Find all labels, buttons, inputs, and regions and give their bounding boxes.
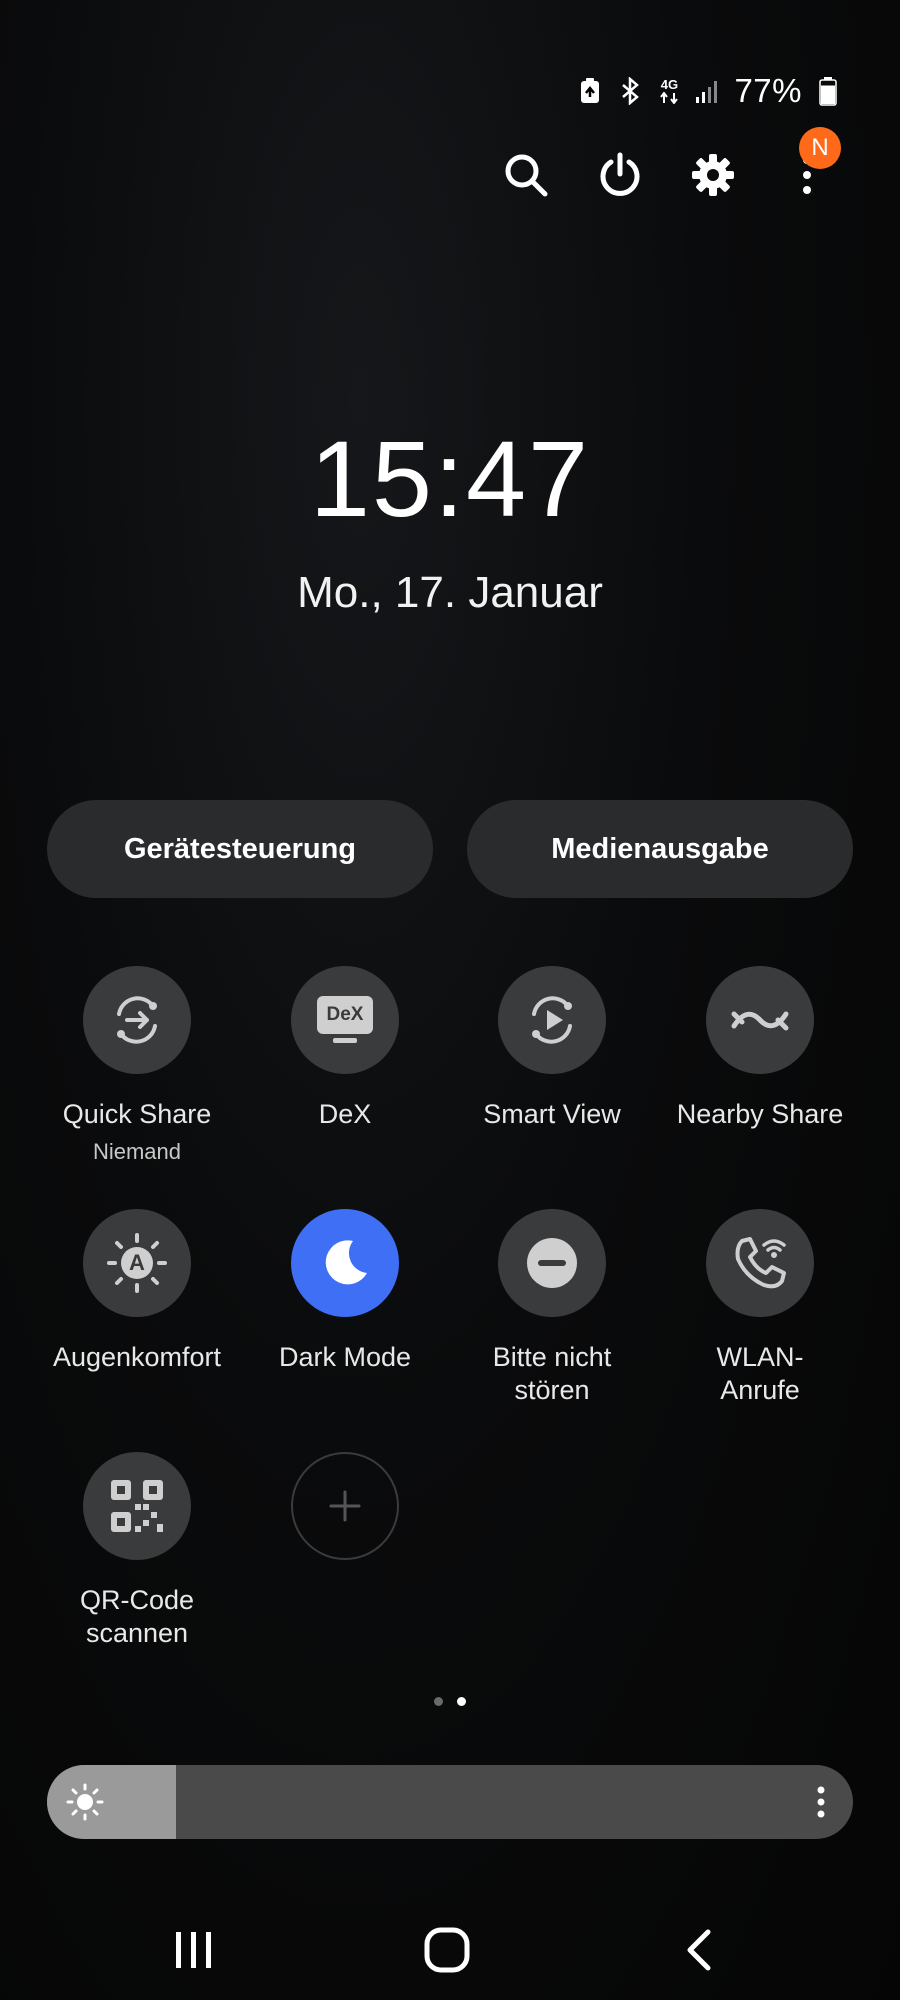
more-vertical-icon[interactable]	[811, 1782, 831, 1822]
home-button[interactable]	[407, 1910, 487, 1990]
do-not-disturb-icon	[498, 1209, 606, 1317]
navigation-bar	[0, 1910, 900, 1990]
settings-button[interactable]	[683, 145, 743, 205]
recents-icon	[176, 1932, 211, 1968]
dex-icon: DeX	[291, 966, 399, 1074]
tile-add[interactable]	[245, 1452, 445, 1560]
signal-icon	[694, 77, 722, 105]
brightness-slider[interactable]	[47, 1765, 853, 1839]
tile-nearby-share[interactable]: Nearby Share	[660, 966, 860, 1131]
back-icon	[687, 1929, 711, 1971]
nearby-share-icon	[706, 966, 814, 1074]
tile-quick-share[interactable]: Quick Share Niemand	[37, 966, 237, 1165]
tile-sublabel: Niemand	[92, 1139, 182, 1164]
tile-dark-mode[interactable]: Dark Mode	[245, 1209, 445, 1374]
battery-saver-icon	[576, 77, 604, 105]
tile-label: WLAN-Anrufe	[716, 1342, 804, 1405]
4g-data-icon: 4G	[656, 77, 682, 105]
tile-label: Smart View	[483, 1099, 621, 1129]
battery-percent: 77%	[734, 72, 802, 109]
status-bar: 4G 77%	[576, 70, 842, 112]
back-button[interactable]	[660, 1910, 740, 1990]
tile-wifi-calling[interactable]: WLAN-Anrufe	[660, 1209, 860, 1407]
qr-code-icon	[83, 1452, 191, 1560]
search-icon	[505, 154, 548, 197]
moon-icon	[291, 1209, 399, 1317]
tile-do-not-disturb[interactable]: Bitte nicht stören	[452, 1209, 652, 1407]
tile-smart-view[interactable]: Smart View	[452, 966, 652, 1131]
battery-icon	[814, 77, 842, 106]
more-options-button[interactable]: N	[777, 127, 841, 205]
clock-date: Mo., 17. Januar	[297, 568, 603, 617]
bluetooth-icon	[616, 77, 644, 105]
page-dot-2	[457, 1697, 466, 1706]
quick-panel-actions: N	[0, 127, 900, 205]
clock-time: 15:47	[309, 418, 591, 539]
wifi-calling-icon	[706, 1209, 814, 1317]
home-icon	[424, 1927, 470, 1973]
tile-label: Dark Mode	[278, 1342, 412, 1372]
tile-label: Augenkomfort	[52, 1342, 222, 1372]
dex-icon-text: DeX	[317, 996, 373, 1034]
power-icon	[600, 152, 640, 196]
power-button[interactable]	[590, 145, 650, 205]
search-button[interactable]	[496, 145, 556, 205]
recents-button[interactable]	[154, 1910, 234, 1990]
tile-label: QR-Code scannen	[79, 1585, 195, 1648]
tile-qr-code[interactable]: QR-Code scannen	[37, 1452, 237, 1650]
device-control-button[interactable]: Gerätesteuerung	[47, 800, 433, 898]
tile-label: Quick Share	[62, 1099, 212, 1129]
quick-share-icon	[83, 966, 191, 1074]
eye-comfort-icon: A	[83, 1209, 191, 1317]
notification-badge: N	[799, 127, 841, 169]
add-icon	[291, 1452, 399, 1560]
eye-comfort-icon-text: A	[129, 1250, 145, 1275]
tile-dex[interactable]: DeX DeX	[245, 966, 445, 1131]
network-type-label: 4G	[660, 77, 679, 92]
page-indicator	[0, 1697, 900, 1706]
media-output-button[interactable]: Medienausgabe	[467, 800, 853, 898]
page-dot-1	[434, 1697, 443, 1706]
tile-label: Nearby Share	[676, 1099, 844, 1129]
gear-icon	[692, 154, 734, 196]
tile-label: Bitte nicht stören	[492, 1342, 612, 1405]
smart-view-icon	[498, 966, 606, 1074]
sun-icon	[66, 1783, 104, 1821]
tile-eye-comfort[interactable]: A Augenkomfort	[37, 1209, 237, 1374]
tile-label: DeX	[318, 1099, 372, 1129]
